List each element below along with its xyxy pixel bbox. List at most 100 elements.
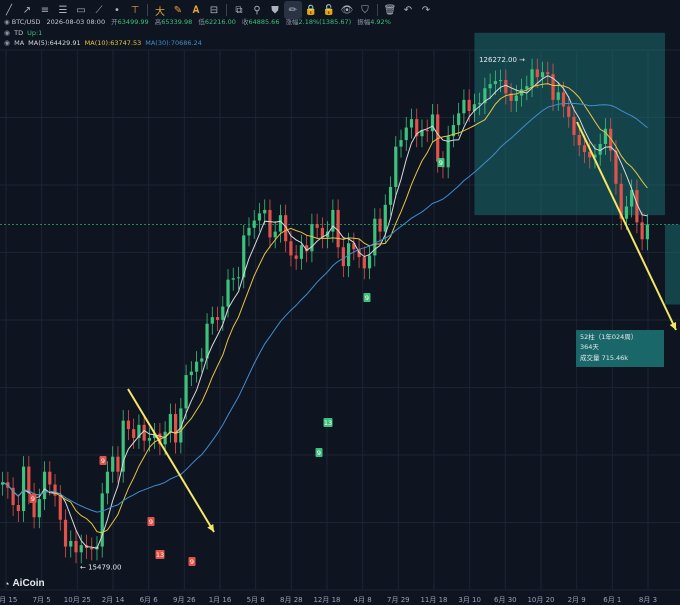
x-tick-label: 2月 9 [568,596,586,604]
x-tick-label: 3月 10 [458,596,481,604]
candle-body [48,471,52,485]
candle-body [561,92,566,107]
td-marker-label: 9 [31,495,35,503]
candle-body [142,424,146,441]
high-price-label: 126272.00 → [479,56,525,64]
candle-body [121,420,125,472]
candle-body [478,103,482,105]
x-tick-label: 8月 28 [280,596,303,604]
candle-body [58,495,62,520]
candle-body [488,84,492,89]
x-tick-label: 7月 5 [33,596,51,604]
candle-body [27,466,31,494]
candle-body [388,186,393,205]
candle-body [174,414,178,443]
x-tick-label: 7月 29 [387,596,410,604]
x-tick-label: 5月 8 [247,596,265,604]
candle-body [504,80,508,94]
trend-arrow-1 [127,388,215,533]
candle-body [257,213,262,221]
candle-body [210,317,214,324]
candle-body [645,224,649,240]
candle-body [336,209,340,248]
x-tick-label: 2月 14 [102,596,125,604]
candle-body [236,277,241,279]
candle-body [394,146,398,187]
candle-body [215,317,220,320]
candle-body [430,114,435,132]
candle-body [226,279,230,307]
candle-body [289,241,293,256]
candle-body [603,128,608,144]
candle-body [132,429,136,438]
candle-body [168,414,172,432]
candle-body [126,420,131,430]
candle-body [252,220,256,228]
x-tick-label: 4月 8 [354,596,372,604]
candle-body [79,545,83,553]
candle-body [200,358,204,362]
range-volume-label: 成交量 715.46k [580,353,628,362]
candle-body [362,257,366,269]
candle-body [111,456,115,472]
candle-body [640,222,644,240]
x-tick-label: 10月 25 [64,596,91,604]
candle-body [383,204,387,232]
candle-body [493,81,497,85]
candle-body [341,247,345,267]
candle-body [462,99,466,114]
candle-body [184,375,188,409]
candle-body [425,129,429,132]
price-chart[interactable]: 126272.00 → ← 15479.00 9 9 9 13 9 13 9 9 9 52柱（1年02… [0,0,680,605]
candle-body [299,245,304,259]
candle-body [278,215,283,232]
x-tick-label: 1月 16 [209,596,232,604]
x-tick-label: 10月 20 [527,596,554,604]
candle-body [535,69,539,78]
td-marker-label: 9 [439,159,443,167]
td-marker-label: 9 [149,518,153,526]
candle-body [624,206,629,219]
candle-body [247,227,251,236]
x-tick-label: 6月 6 [140,596,159,604]
candle-body [457,113,461,126]
candle-body [399,140,403,147]
candle-body [221,306,225,320]
candle-body [540,72,545,78]
candle-body [514,95,518,101]
range-bars-label: 52柱（1年024周） [580,332,637,341]
candle-body [556,92,560,100]
candle-body [614,150,618,184]
range-days-label: 364天 [580,343,599,351]
candle-body [577,134,581,146]
candle-body [90,547,94,550]
candle-body [74,540,78,553]
low-price-label: ← 15479.00 [80,563,122,571]
x-tick-label: 8月 15 [0,596,17,604]
candle-body [42,471,47,500]
x-tick-label: 6月 30 [494,596,517,604]
aicoin-logo: ◔ AiCoin [4,578,45,589]
candle-body [546,72,550,75]
candle-body [409,119,414,128]
candle-body [378,218,382,232]
td-marker-label: 9 [317,449,321,457]
td-marker-label: 13 [156,551,164,559]
candle-body [147,437,151,441]
x-tick-label: 12月 18 [313,596,340,604]
candle-body [37,499,41,518]
candle-body [69,540,73,547]
candle-body [63,519,68,547]
candle-body [530,69,534,87]
candle-body [16,505,20,512]
candle-body [582,145,587,152]
candle-body [205,323,209,359]
candle-body [21,466,26,512]
measure-range-box-right [665,224,680,305]
candle-body [499,80,503,82]
candle-body [294,255,298,259]
candle-body [273,231,277,238]
candle-body [467,99,471,112]
candle-body [194,361,199,372]
candle-body [572,116,576,135]
